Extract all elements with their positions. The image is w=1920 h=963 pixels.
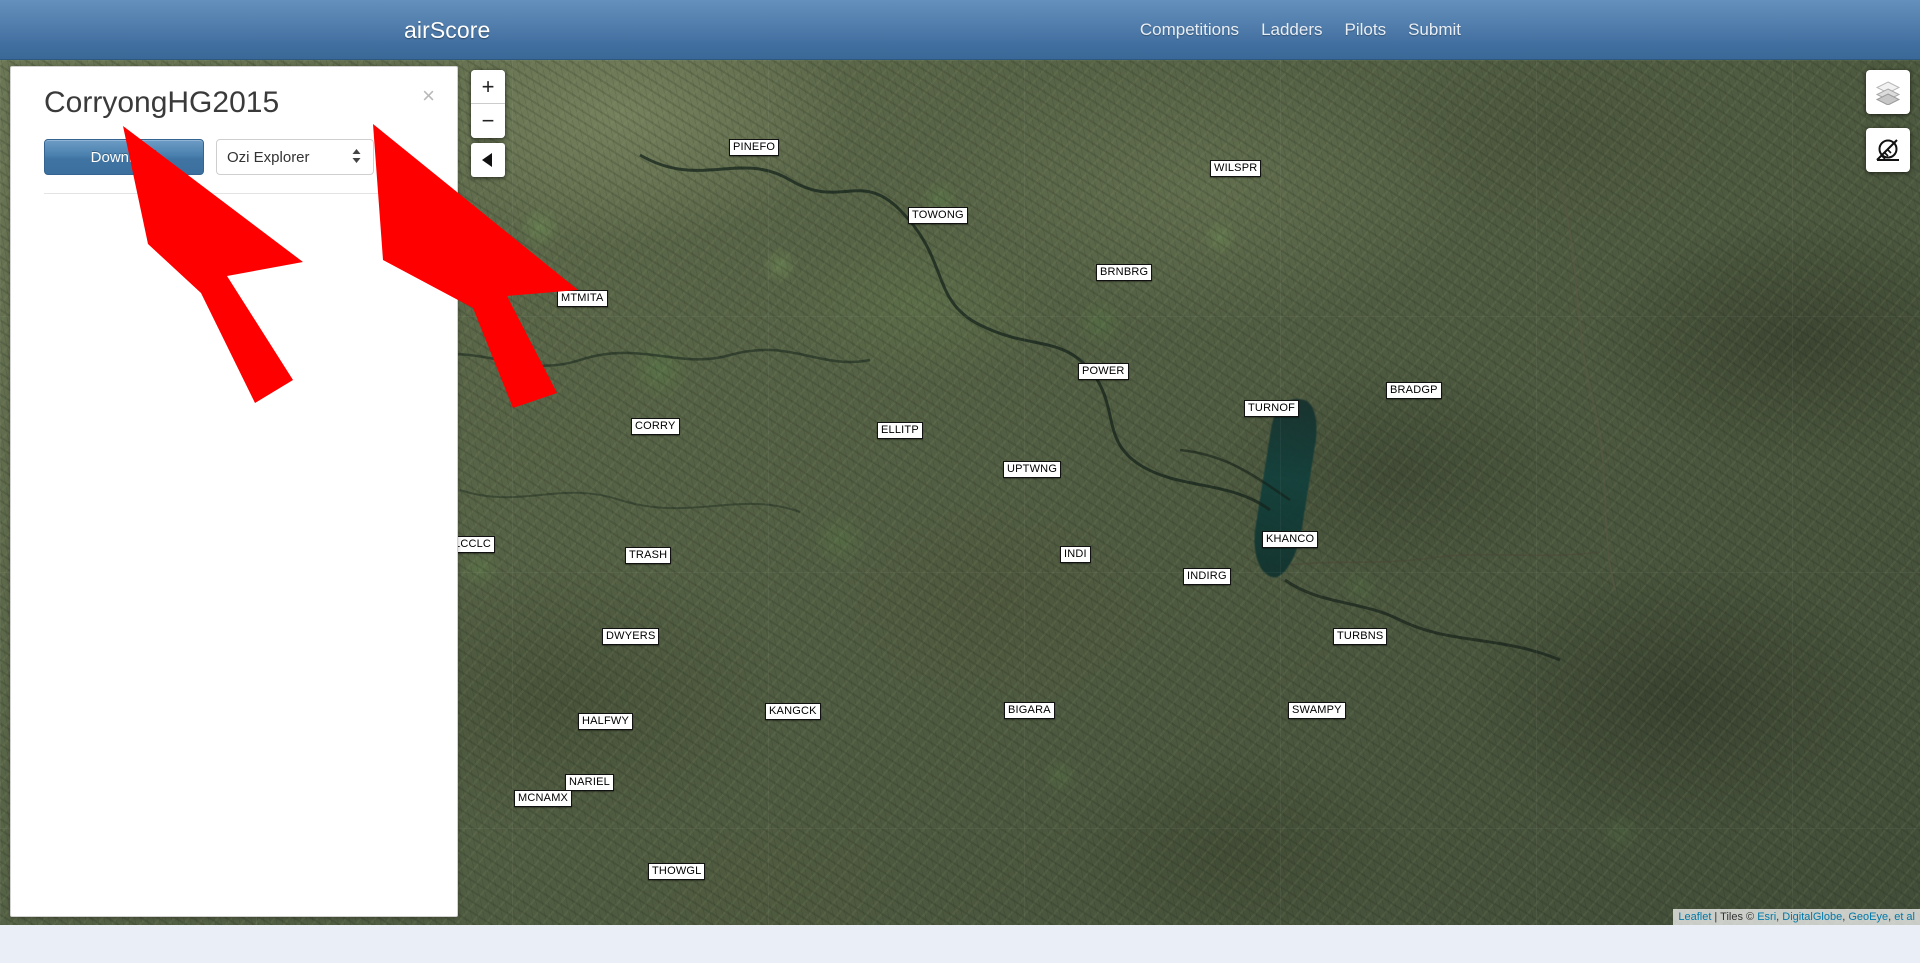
waypoint-marker[interactable]: BRADGP [1386,382,1442,399]
download-button[interactable]: Download [44,139,204,175]
waypoint-marker[interactable]: MCNAMX [514,790,573,807]
waypoint-label: MTMITA [561,292,604,304]
waypoint-marker[interactable]: KANGCK [765,703,821,720]
panel-divider [44,193,435,194]
waypoint-label: TOWONG [912,209,964,221]
map-attribution: Leaflet | Tiles © Esri, DigitalGlobe, Ge… [1673,909,1920,925]
waypoint-label: PINEFO [733,141,776,153]
waypoint-label: MCNAMX [518,792,569,804]
waypoint-marker[interactable]: BIGARA [1004,702,1055,719]
nav-item-pilots[interactable]: Pilots [1334,0,1398,60]
page-footer [0,925,1920,963]
nav-item-competitions[interactable]: Competitions [1129,0,1250,60]
waypoint-marker[interactable]: ELLITP [877,422,923,439]
waypoint-marker[interactable]: TURBNS [1333,628,1388,645]
nav-item-ladders[interactable]: Ladders [1250,0,1333,60]
waypoint-label: THOWGL [652,865,702,877]
waypoint-marker[interactable]: PINEFO [729,139,780,156]
format-select[interactable]: Ozi Explorer [216,139,374,175]
page-title: CorryongHG2015 [44,86,280,119]
waypoint-label: NARIEL [569,776,610,788]
panel-controls: Download Ozi Explorer [11,139,457,175]
waypoint-label: SWAMPY [1292,704,1342,716]
top-navbar: airScore Competitions Ladders Pilots Sub… [0,0,1920,60]
waypoint-marker[interactable]: UPTWNG [1003,461,1062,478]
nav-item-submit[interactable]: Submit [1397,0,1472,60]
attribution-separator: | [1711,911,1721,923]
waypoint-label: CORRY [635,420,676,432]
attribution-etal-link[interactable]: et al [1894,911,1915,923]
waypoint-label: LCCLC [454,538,492,550]
measure-button[interactable] [1866,128,1910,172]
waypoint-marker[interactable]: KHANCO [1262,531,1319,548]
attribution-geoeye-link[interactable]: GeoEye [1848,911,1888,923]
waypoint-label: BRNBRG [1100,266,1149,278]
waypoint-label: UPTWNG [1007,463,1058,475]
waypoint-marker[interactable]: INDIRG [1183,568,1231,585]
waypoint-label: DWYERS [606,630,656,642]
waypoint-marker[interactable]: MTMITA [557,290,608,307]
chevron-updown-icon [352,149,361,165]
waypoint-label: TURBNS [1337,630,1384,642]
updown-caret-glyph [352,149,361,163]
layers-button[interactable] [1866,70,1910,114]
waypoint-label: KHANCO [1266,533,1315,545]
waypoint-label: POWER [1082,365,1125,377]
close-icon[interactable]: × [422,85,435,107]
nav-links: Competitions Ladders Pilots Submit [1129,0,1472,60]
waypoint-marker[interactable]: INDI [1060,546,1091,563]
waypoint-label: BRADGP [1390,384,1438,396]
measure-ruler-icon [1876,139,1899,161]
waypoint-marker[interactable]: SWAMPY [1288,702,1346,719]
waypoint-marker[interactable]: CORRY [631,418,680,435]
attribution-leaflet-link[interactable]: Leaflet [1678,911,1711,923]
app-root: airScore Competitions Ladders Pilots Sub… [0,0,1920,963]
waypoint-label: INDI [1064,548,1087,560]
waypoint-marker[interactable]: DWYERS [602,628,660,645]
waypoint-label: KANGCK [769,705,817,717]
waypoint-marker[interactable]: TRASH [625,547,672,564]
left-arrow-icon [482,153,492,167]
waypoint-label: INDIRG [1187,570,1227,582]
competition-panel: CorryongHG2015 × Download Ozi Explorer [10,66,458,917]
waypoint-marker[interactable]: TURNOF [1244,400,1300,417]
panel-header: CorryongHG2015 × [11,67,457,125]
waypoint-label: TRASH [629,549,668,561]
waypoint-marker[interactable]: NARIEL [565,774,614,791]
zoom-out-button[interactable]: − [471,104,505,138]
zoom-in-button[interactable]: + [471,70,505,104]
waypoint-marker[interactable]: BRNBRG [1096,264,1153,281]
waypoint-label: WILSPR [1214,162,1258,174]
format-select-value: Ozi Explorer [227,148,310,166]
zoom-control: + − [471,70,505,138]
waypoint-label: BIGARA [1008,704,1051,716]
waypoint-label: TURNOF [1248,402,1296,414]
waypoint-label: HALFWY [582,715,630,727]
waypoint-marker[interactable]: WILSPR [1210,160,1262,177]
attribution-tiles-prefix: Tiles © [1720,911,1758,923]
waypoint-marker[interactable]: THOWGL [648,863,706,880]
layers-icon [1875,81,1901,105]
waypoint-marker[interactable]: TOWONG [908,207,968,224]
brand-logo[interactable]: airScore [404,0,490,60]
waypoint-label: ELLITP [881,424,919,436]
waypoint-marker[interactable]: POWER [1078,363,1129,380]
attribution-digitalglobe-link[interactable]: DigitalGlobe [1782,911,1842,923]
attribution-esri-link[interactable]: Esri [1757,911,1776,923]
pan-left-button[interactable] [471,143,505,177]
waypoint-marker[interactable]: HALFWY [578,713,634,730]
